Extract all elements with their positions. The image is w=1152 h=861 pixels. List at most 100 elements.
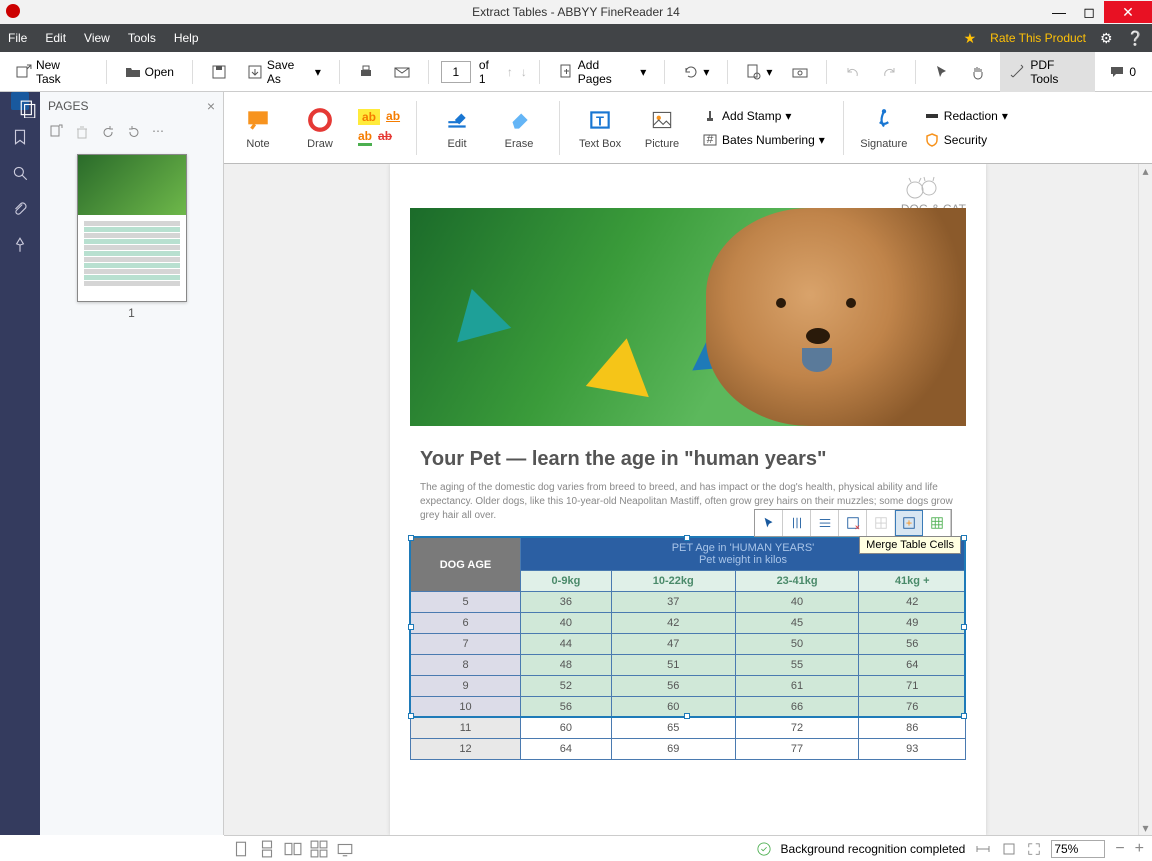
stamp-icon — [702, 108, 718, 124]
menu-tools[interactable]: Tools — [128, 31, 156, 45]
table-cell: 56 — [611, 676, 735, 697]
redaction-button[interactable]: Redaction ▾ — [922, 106, 1010, 126]
page-down-button[interactable]: ↓ — [521, 65, 527, 79]
add-page-icon[interactable] — [48, 124, 64, 140]
rotate-left-icon[interactable] — [100, 124, 116, 140]
more-icon[interactable]: ⋯ — [152, 124, 164, 140]
gear-icon[interactable]: ⚙ — [1100, 30, 1113, 47]
shield-icon — [924, 132, 940, 148]
redaction-icon — [924, 108, 940, 124]
highlight-yellow[interactable]: ab — [358, 109, 380, 125]
zoom-out-button[interactable]: − — [1115, 840, 1124, 858]
svg-text:#: # — [707, 132, 714, 146]
bookmark-tab[interactable] — [11, 128, 29, 146]
rotate-right-icon[interactable] — [126, 124, 142, 140]
check-icon — [757, 842, 771, 856]
note-tool[interactable]: Note — [234, 106, 282, 150]
underline-tool[interactable]: ab — [386, 109, 400, 125]
table-pointer-tool[interactable] — [755, 510, 783, 536]
merge-cells[interactable]: Merge Table Cells — [895, 510, 923, 536]
print-button[interactable] — [352, 60, 380, 84]
close-button[interactable]: ✕ — [1104, 1, 1152, 23]
zoom-input[interactable] — [1051, 840, 1105, 858]
view-presentation[interactable] — [336, 840, 354, 858]
wand-icon — [1010, 64, 1026, 80]
draw-tool[interactable]: Draw — [296, 106, 344, 150]
menu-file[interactable]: File — [8, 31, 27, 45]
view-continuous[interactable] — [258, 840, 276, 858]
menu-help[interactable]: Help — [174, 31, 199, 45]
erase-tool[interactable]: Erase — [495, 106, 543, 150]
rotate-button[interactable]: ▾ — [677, 60, 715, 84]
new-task-icon — [16, 64, 32, 80]
search-doc-button[interactable]: ▾ — [740, 60, 778, 84]
table-cell: 42 — [611, 613, 735, 634]
email-button[interactable] — [388, 60, 416, 84]
page-thumbnail[interactable] — [77, 154, 187, 302]
bates-button[interactable]: # Bates Numbering ▾ — [700, 130, 827, 150]
strikethrough-tool[interactable]: ab — [378, 129, 392, 146]
chevron-down-icon: ▾ — [1002, 109, 1008, 123]
minimize-button[interactable]: — — [1044, 1, 1074, 23]
table-age-cell: 9 — [411, 676, 521, 697]
save-button[interactable] — [205, 60, 233, 84]
thumbnail-number: 1 — [40, 306, 223, 320]
edit-tool[interactable]: Edit — [433, 106, 481, 150]
menu-edit[interactable]: Edit — [45, 31, 66, 45]
delete-page-icon[interactable] — [74, 124, 90, 140]
zoom-in-button[interactable]: + — [1135, 840, 1144, 858]
delete-line[interactable] — [839, 510, 867, 536]
text-box-tool[interactable]: T Text Box — [576, 106, 624, 150]
table-cell: 45 — [735, 613, 859, 634]
new-task-button[interactable]: New Task — [10, 54, 94, 90]
table-properties[interactable] — [923, 510, 951, 536]
pointer-tool[interactable] — [928, 60, 956, 84]
note-icon — [244, 106, 272, 134]
page-number-input[interactable] — [441, 61, 471, 83]
split-cells[interactable] — [867, 510, 895, 536]
scroll-up-button[interactable]: ▴ — [1139, 164, 1152, 178]
table-cell: 64 — [521, 739, 612, 760]
redo-button[interactable] — [875, 60, 903, 84]
open-button[interactable]: Open — [119, 60, 180, 84]
comments-button[interactable]: 0 — [1103, 60, 1142, 84]
menu-view[interactable]: View — [84, 31, 110, 45]
save-as-button[interactable]: Save As ▾ — [241, 54, 327, 90]
fullscreen-button[interactable] — [1027, 842, 1041, 856]
chevron-down-icon: ▾ — [819, 133, 825, 147]
picture-tool[interactable]: Picture — [638, 106, 686, 150]
attachments-tab[interactable] — [11, 200, 29, 218]
view-two-continuous[interactable] — [310, 840, 328, 858]
undo-button[interactable] — [839, 60, 867, 84]
add-horizontal-line[interactable] — [811, 510, 839, 536]
scroll-down-button[interactable]: ▾ — [1139, 821, 1152, 835]
add-pages-button[interactable]: Add Pages ▾ — [552, 54, 653, 90]
view-single-page[interactable] — [232, 840, 250, 858]
chevron-down-icon: ▾ — [785, 109, 791, 123]
open-label: Open — [145, 65, 174, 79]
search-tab[interactable] — [11, 164, 29, 182]
table-weight-header: 0-9kg — [521, 571, 612, 592]
pdf-tools-button[interactable]: PDF Tools — [1000, 52, 1095, 92]
highlight-green[interactable]: ab — [358, 129, 372, 146]
document-page[interactable]: DOG & CAT Your Pet — learn the age in "h… — [390, 164, 986, 835]
page-up-button[interactable]: ↑ — [507, 65, 513, 79]
security-button[interactable]: Security — [922, 130, 1010, 150]
pages-tab[interactable] — [11, 92, 29, 110]
close-panel-icon[interactable]: × — [207, 98, 215, 114]
rate-product[interactable]: Rate This Product — [990, 31, 1086, 45]
hand-tool[interactable] — [964, 60, 992, 84]
add-vertical-line[interactable] — [783, 510, 811, 536]
signatures-tab[interactable] — [11, 236, 29, 254]
maximize-button[interactable]: ◻ — [1074, 1, 1104, 23]
signature-tool[interactable]: Signature — [860, 106, 908, 150]
erase-icon — [505, 106, 533, 134]
snapshot-button[interactable] — [786, 60, 814, 84]
table-cell: 48 — [521, 655, 612, 676]
help-icon[interactable]: ❔ — [1127, 30, 1144, 47]
data-table[interactable]: DOG AGEPET Age in 'HUMAN YEARS'Pet weigh… — [410, 537, 966, 760]
fit-width-button[interactable] — [975, 842, 991, 856]
fit-page-button[interactable] — [1001, 842, 1017, 856]
view-two-page[interactable] — [284, 840, 302, 858]
add-stamp-button[interactable]: Add Stamp ▾ — [700, 106, 827, 126]
